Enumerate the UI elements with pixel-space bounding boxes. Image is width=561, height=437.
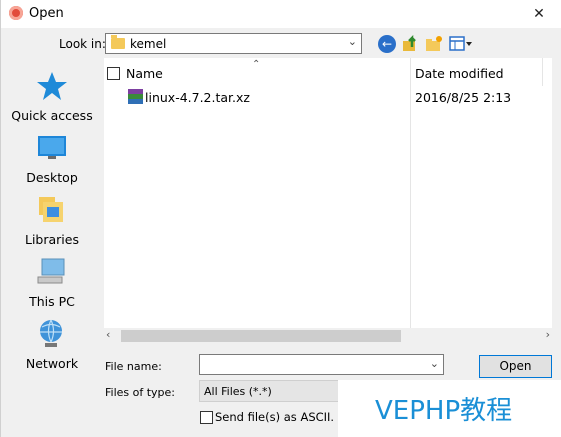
place-label: Desktop [26, 170, 78, 185]
place-label: Network [25, 356, 79, 371]
look-in-label: Look in: [59, 37, 106, 51]
star-icon [36, 70, 68, 102]
place-network[interactable]: Network [1, 318, 103, 371]
watermark-text: VEPHP教程 [375, 396, 513, 426]
file-date: 2016/8/25 2:13 [415, 90, 512, 105]
place-quick-access[interactable]: Quick access [1, 70, 103, 123]
place-label: Libraries [25, 232, 79, 247]
file-row[interactable]: linux-4.7.2.tar.xz 2016/8/25 2:13 [104, 87, 552, 107]
folder-icon [111, 35, 125, 49]
scroll-thumb[interactable] [121, 330, 401, 342]
file-name: linux-4.7.2.tar.xz [145, 90, 250, 105]
app-icon [9, 6, 23, 20]
chevron-down-icon[interactable]: ⌄ [430, 357, 439, 370]
place-label: This PC [29, 294, 75, 309]
open-button[interactable]: Open [479, 355, 552, 378]
up-folder-button[interactable] [402, 34, 420, 53]
sort-up-icon: ⌃ [252, 59, 261, 70]
horizontal-scrollbar[interactable]: ‹ › [104, 328, 552, 344]
network-icon [36, 318, 68, 350]
place-this-pc[interactable]: This PC [1, 256, 103, 309]
back-button[interactable]: ← [378, 35, 396, 53]
column-name[interactable]: Name [126, 66, 163, 81]
computer-icon [36, 256, 68, 288]
look-in-value: kemel [130, 37, 167, 51]
place-label: Quick access [11, 108, 93, 123]
watermark: VEPHP教程 [338, 380, 561, 437]
files-of-type-label: Files of type: [105, 386, 176, 399]
send-ascii-checkbox[interactable] [200, 411, 213, 424]
new-folder-button[interactable] [425, 35, 443, 53]
chevron-down-icon: ⌄ [347, 35, 357, 48]
title-bar: Open ✕ [1, 0, 561, 28]
desktop-icon [36, 132, 68, 164]
places-bar: Quick access Desktop Libraries This PC N… [1, 58, 103, 378]
look-in-dropdown[interactable]: kemel ⌄ [105, 33, 362, 54]
column-header: Name ⌃ Date modified [104, 58, 552, 86]
send-ascii-label: Send file(s) as ASCII. [215, 410, 335, 424]
close-button[interactable]: ✕ [517, 0, 561, 28]
archive-icon [128, 89, 143, 104]
select-all-checkbox[interactable] [107, 67, 120, 80]
vertical-scrollbar[interactable] [552, 58, 561, 344]
place-desktop[interactable]: Desktop [1, 132, 103, 185]
view-menu-button[interactable] [449, 35, 473, 53]
file-name-label: File name: [105, 360, 162, 373]
column-date-modified[interactable]: Date modified [415, 66, 504, 81]
scroll-left-icon[interactable]: ‹ [106, 328, 110, 341]
libraries-icon [36, 194, 68, 226]
scroll-right-icon[interactable]: › [546, 328, 550, 341]
files-of-type-select[interactable]: All Files (*.*) [199, 380, 344, 402]
place-libraries[interactable]: Libraries [1, 194, 103, 247]
column-divider [542, 58, 543, 86]
file-list[interactable]: Name ⌃ Date modified linux-4.7.2.tar.xz … [104, 58, 552, 344]
files-of-type-value: All Files (*.*) [204, 385, 272, 398]
window-title: Open [29, 6, 64, 21]
file-name-input[interactable]: ⌄ [199, 354, 444, 375]
open-dialog: Open ✕ Look in: kemel ⌄ ← Quick access D… [0, 0, 561, 437]
